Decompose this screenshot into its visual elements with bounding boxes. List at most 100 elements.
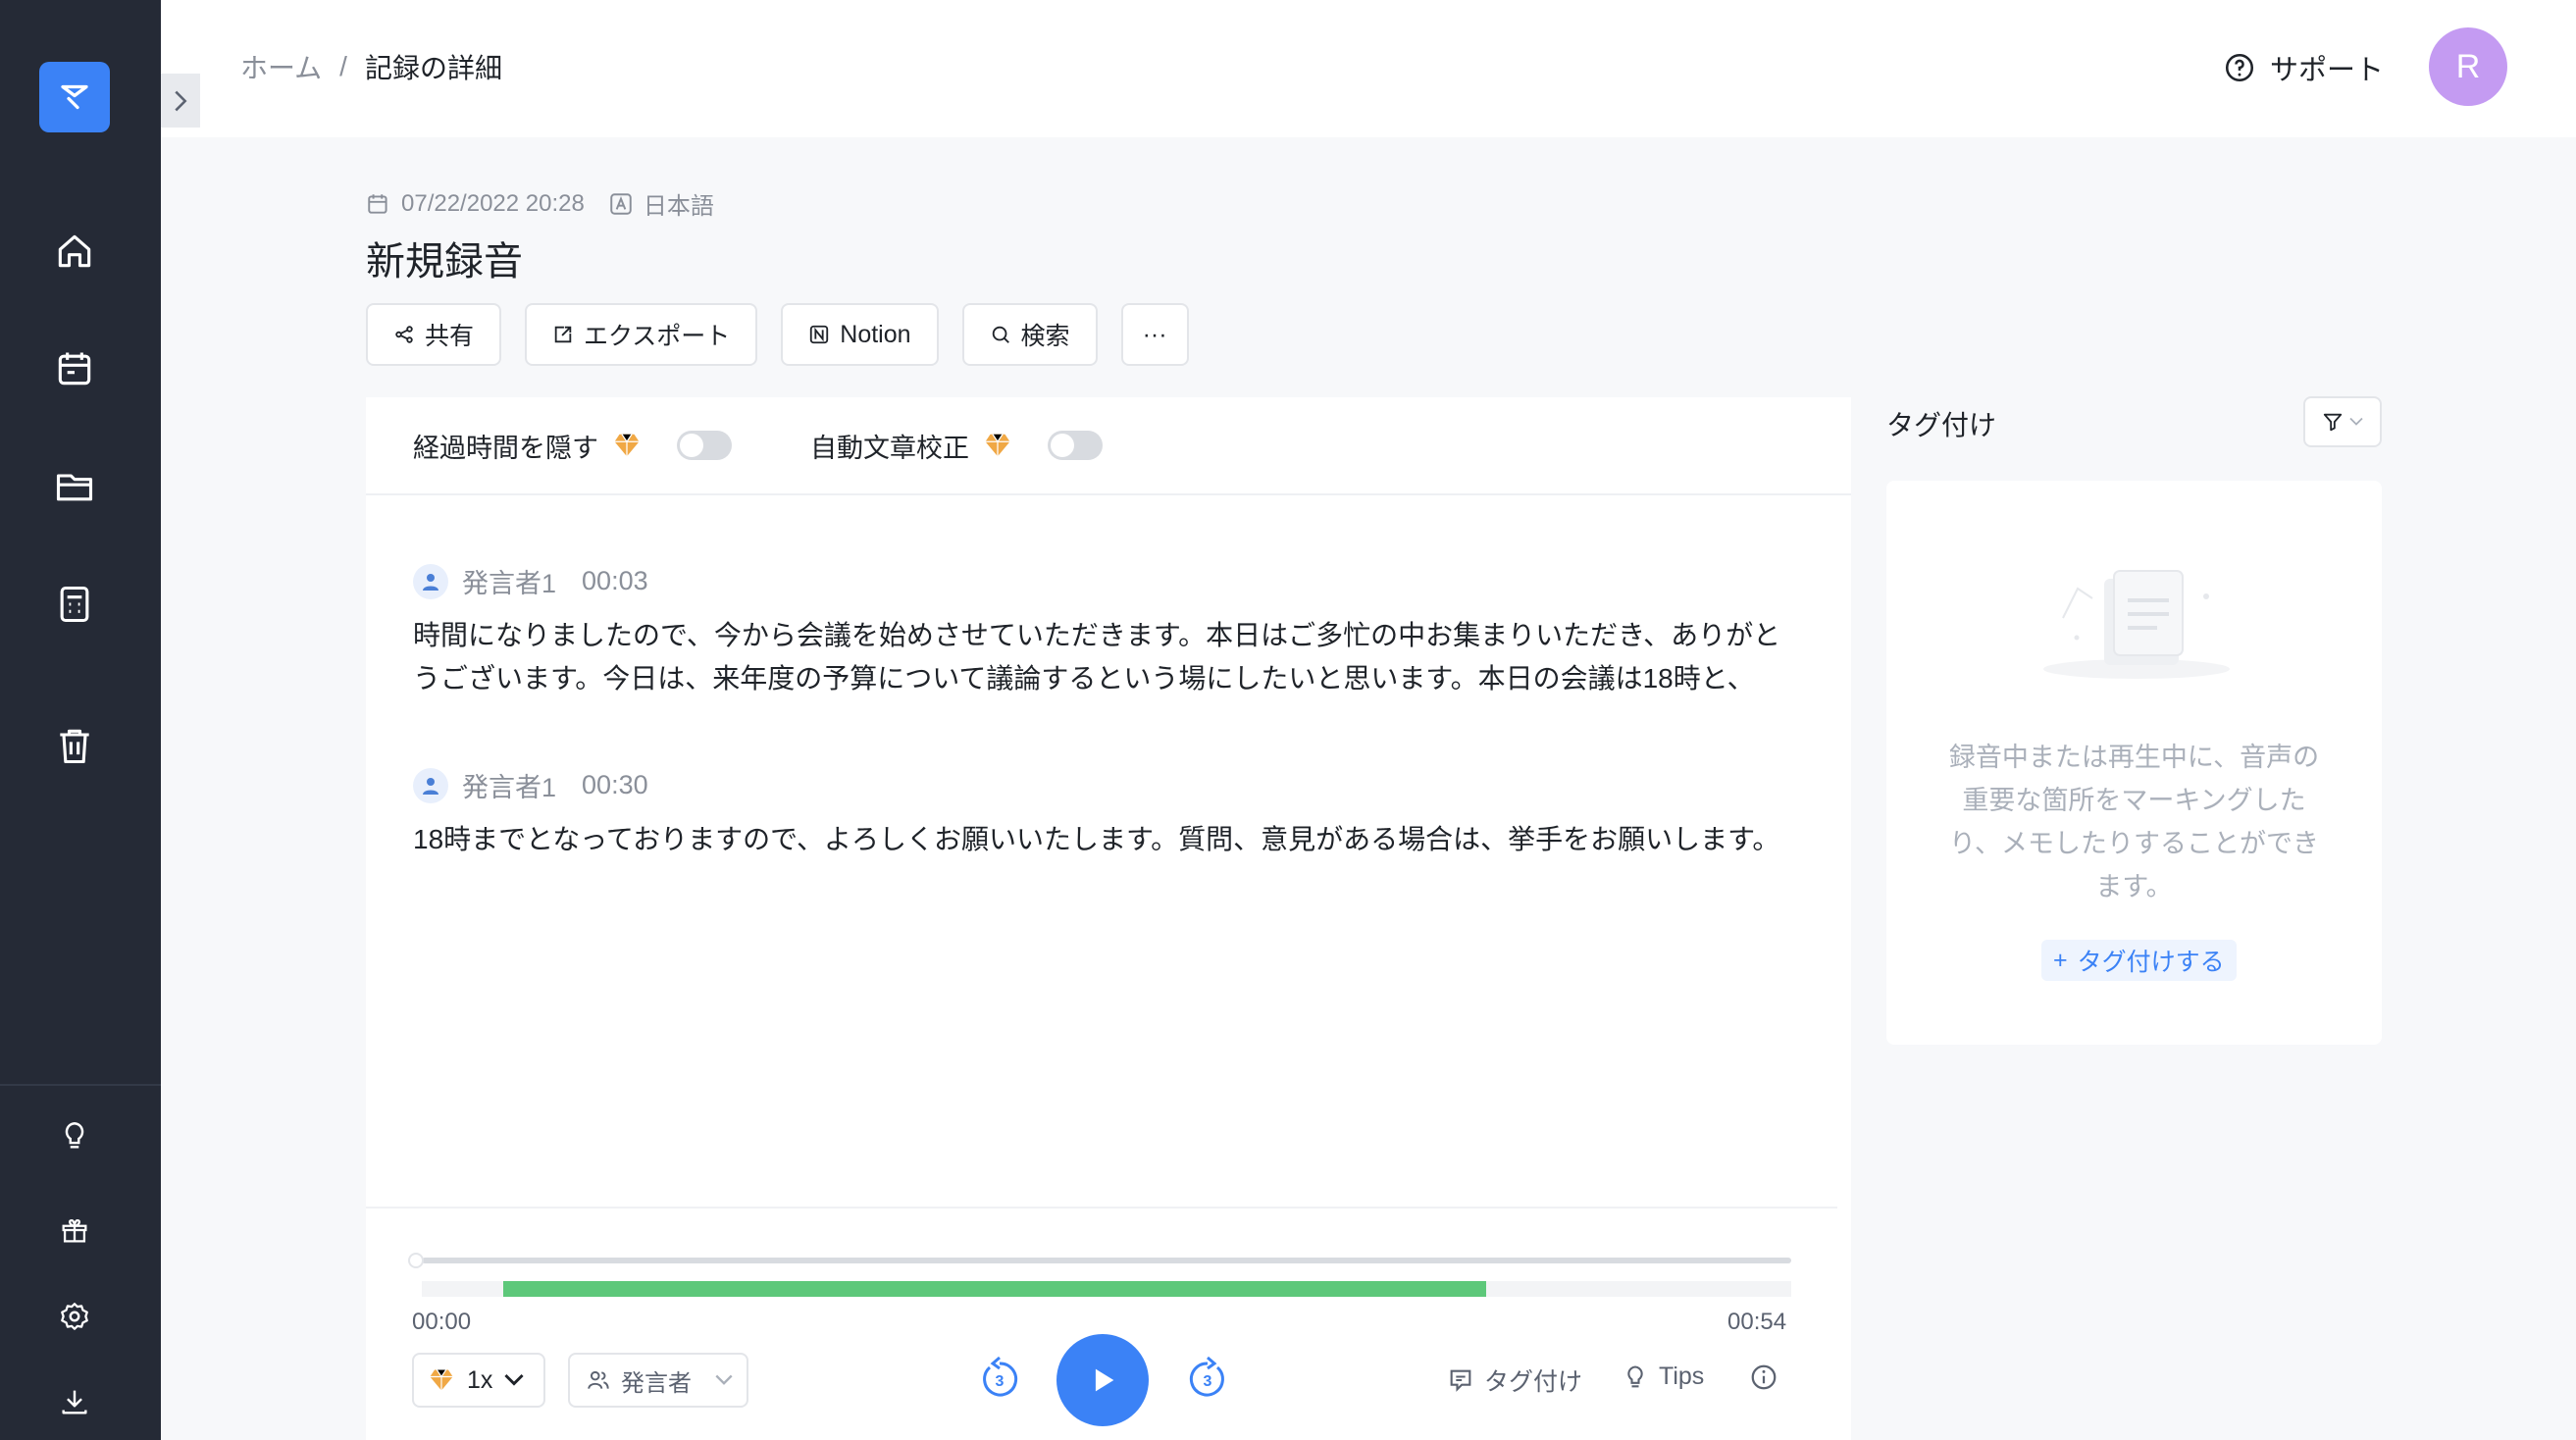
tag-note-icon [1450,1369,1471,1392]
speaker-name[interactable]: 発言者1 [462,766,556,804]
play-icon [1095,1368,1114,1392]
segment-text[interactable]: 時間になりましたので、今から会議を始めさせていただきます。本日はご多忙の中お集ま… [413,614,1806,700]
search-button[interactable]: 検索 [961,303,1098,366]
breadcrumb-current: 記録の詳細 [364,53,502,83]
chevron-down-icon [504,1373,524,1386]
lightbulb-icon[interactable] [51,1112,98,1159]
more-icon: ··· [1142,320,1167,348]
settings-icon[interactable] [51,1293,98,1340]
tag-filter-button[interactable] [2303,396,2382,447]
playback-speed-select[interactable]: 1x [412,1353,545,1408]
options-row: 経過時間を隠す 自動文章校正 [366,397,1851,495]
record-datetime: 07/22/2022 20:28 [401,189,585,217]
chevron-down-icon [715,1374,733,1385]
auto-proofread-toggle[interactable] [1048,431,1103,460]
segment-timestamp[interactable]: 00:30 [582,770,648,800]
home-icon[interactable] [51,228,98,275]
breadcrumb: ホーム / 記録の詳細 [240,47,502,86]
empty-document-icon [2043,570,2230,679]
avatar[interactable]: R [2429,27,2507,106]
play-button[interactable] [1056,1334,1149,1426]
sidebar [0,0,161,1440]
tips-label: Tips [1659,1363,1705,1390]
auto-proofread-label: 自動文章校正 [810,433,969,463]
skip-forward-seconds: 3 [1204,1373,1212,1390]
seek-handle[interactable] [408,1253,424,1268]
speaker-icon[interactable] [413,767,448,803]
filter-icon [2323,413,2343,432]
download-icon[interactable] [51,1378,98,1425]
hide-elapsed-toggle[interactable] [677,431,732,460]
seek-bar[interactable] [422,1258,1791,1263]
segment-text[interactable]: 18時までとなっておりますので、よろしくお願いいたします。質問、意見がある場合は… [413,818,1806,861]
add-tag-link[interactable]: + タグ付けする [2041,940,2237,981]
add-tag-label: タグ付け [1484,1368,1583,1396]
breadcrumb-separator: / [339,51,347,81]
share-label: 共有 [425,323,475,350]
premium-diamond-icon [430,1369,453,1391]
rewind-3s-icon: 3 [983,1356,1018,1397]
calendar-icon[interactable] [51,345,98,392]
calculator-icon[interactable] [51,581,98,628]
folder-icon[interactable] [51,463,98,510]
hide-elapsed-option: 経過時間を隠す [413,427,732,465]
tagging-panel: 録音中または再生中に、音声の重要な箇所をマーキングしたり、メモしたりすることがで… [1886,481,2382,1045]
info-button[interactable] [1749,1363,1778,1392]
notion-label: Notion [840,320,911,348]
speaker-filter-select[interactable]: 発言者 [568,1353,748,1408]
sidebar-toggle-button[interactable] [161,74,200,128]
audio-player: 00:00 00:54 1x 発言者 3 3 タグ付け Tips [366,1207,1837,1440]
share-icon [395,326,413,343]
calendar-clock-icon [368,193,387,214]
top-bar [161,0,2576,137]
notion-button[interactable]: Notion [781,303,939,366]
lightbulb-icon [1627,1364,1643,1387]
segment-timestamp[interactable]: 00:03 [582,566,648,596]
record-meta: 07/22/2022 20:28 日本語 [366,186,714,221]
tagging-empty-message: 録音中または再生中に、音声の重要な箇所をマーキングしたり、メモしたりすることがで… [1948,743,2320,901]
playback-speed-value: 1x [467,1365,493,1394]
speaker-icon[interactable] [413,563,448,599]
skip-back-button[interactable]: 3 [976,1356,1023,1403]
current-time: 00:00 [412,1309,472,1335]
export-icon [554,326,572,343]
language-icon [610,192,632,215]
speaker-name[interactable]: 発言者1 [462,562,556,600]
info-icon [1751,1364,1777,1390]
add-tag-button[interactable]: タグ付け [1447,1363,1582,1398]
search-icon [992,326,1009,343]
notion-icon [810,325,829,344]
share-button[interactable]: 共有 [366,303,502,366]
app-logo[interactable] [39,62,110,132]
support-link[interactable]: サポート [2223,47,2384,88]
export-button[interactable]: エクスポート [525,303,758,366]
transcript-segment[interactable]: 発言者1 00:03 時間になりましたので、今から会議を始めさせていただきます。… [413,562,1806,700]
premium-diamond-icon [985,434,1010,457]
premium-diamond-icon [614,434,640,457]
speaker-filter-value: 発言者 [621,1369,692,1397]
tips-button[interactable]: Tips [1622,1363,1704,1391]
speech-activity-bar[interactable] [503,1281,1486,1297]
search-label: 検索 [1020,323,1070,350]
logo-icon [61,84,88,110]
breadcrumb-home[interactable]: ホーム [240,47,322,86]
export-label: エクスポート [584,323,731,350]
chevron-right-icon [175,90,187,111]
skip-forward-button[interactable]: 3 [1184,1356,1231,1403]
chevron-down-icon [2349,417,2363,426]
total-time: 00:54 [1727,1309,1787,1335]
gift-icon[interactable] [51,1207,98,1254]
record-toolbar: 共有 エクスポート Notion 検索 ··· [366,303,1189,366]
help-circle-icon [2225,53,2254,82]
page-title[interactable]: 新規録音 [366,230,523,286]
plus-icon: + [2053,946,2068,974]
transcript-segment[interactable]: 発言者1 00:30 18時までとなっておりますので、よろしくお願いいたします。… [413,766,1806,861]
add-tag-link-label: タグ付けする [2077,949,2225,976]
tagging-title: タグ付け [1886,410,1997,440]
people-icon [588,1370,609,1389]
trash-icon[interactable] [51,722,98,769]
forward-3s-icon: 3 [1189,1356,1224,1397]
more-button[interactable]: ··· [1120,303,1189,366]
record-language: 日本語 [643,193,714,220]
support-label: サポート [2270,55,2385,86]
